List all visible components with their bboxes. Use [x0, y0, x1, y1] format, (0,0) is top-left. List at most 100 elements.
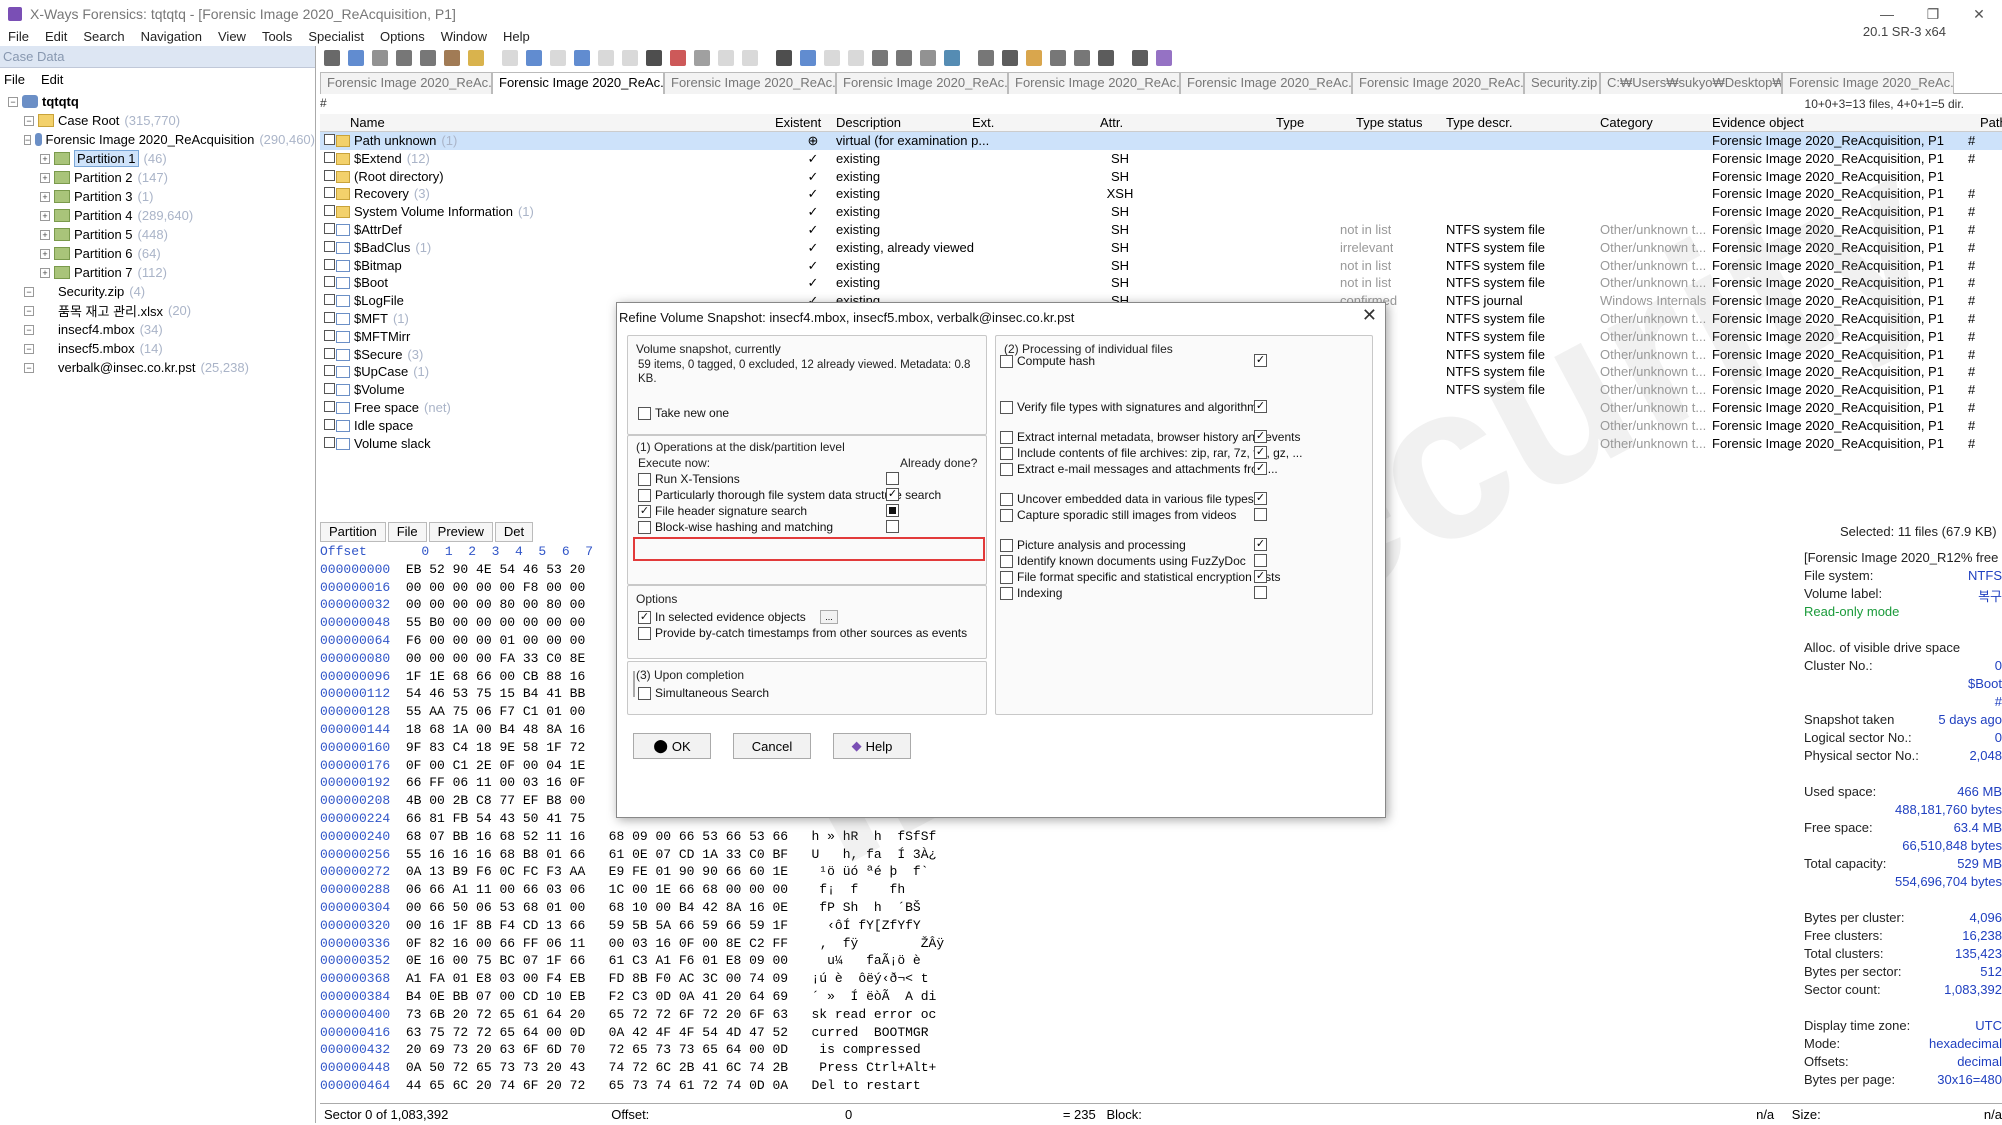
toolbar-button-icon[interactable] — [324, 50, 340, 66]
hex-row[interactable]: 000000368 A1 FA 01 E8 03 00 F4 EB FD 8B … — [320, 971, 1000, 989]
menu-options[interactable]: Options — [372, 29, 433, 44]
expand-icon[interactable]: − — [24, 362, 34, 373]
table-row[interactable]: $Extend (12) ✓ existing SH Forensic Image 202… — [320, 150, 2002, 168]
expand-icon[interactable]: + — [40, 153, 50, 164]
tree-node[interactable]: + Partition 1 (46) — [0, 149, 315, 168]
expand-icon[interactable]: − — [24, 305, 34, 316]
menu-specialist[interactable]: Specialist — [300, 29, 372, 44]
expand-icon[interactable]: + — [40, 229, 50, 240]
menu-help[interactable]: Help — [495, 29, 538, 44]
toolbar-button-icon[interactable] — [848, 50, 864, 66]
view-tab-det[interactable]: Det — [494, 522, 534, 542]
toolbar-button-icon[interactable] — [646, 50, 662, 66]
already-done-checkbox[interactable] — [1254, 354, 1267, 367]
hex-row[interactable]: 000000448 0A 50 72 65 73 73 20 43 74 72 … — [320, 1060, 1000, 1078]
view-tab-partition[interactable]: Partition — [320, 522, 386, 542]
tab-4[interactable]: Forensic Image 2020_ReAc... — [1008, 72, 1180, 94]
already-done-checkbox[interactable] — [1254, 492, 1267, 505]
toolbar-button-icon[interactable] — [396, 50, 412, 66]
hex-row[interactable]: 000000384 B4 0E BB 07 00 CD 10 EB F2 C3 … — [320, 989, 1000, 1007]
tree-node[interactable]: − Security.zip (4) — [0, 282, 315, 301]
toolbar-button-icon[interactable] — [574, 50, 590, 66]
toolbar-button-icon[interactable] — [978, 50, 994, 66]
expand-icon[interactable]: + — [40, 172, 50, 183]
toolbar-button-icon[interactable] — [694, 50, 710, 66]
menu-tools[interactable]: Tools — [254, 29, 300, 44]
help-button[interactable]: ◆ Help — [833, 733, 911, 759]
already-done-checkbox[interactable] — [1254, 430, 1267, 443]
checkbox-run-x-tensions[interactable]: Run X-Tensions — [638, 472, 740, 486]
hex-row[interactable]: 000000432 20 69 73 20 63 6F 6D 70 72 65 … — [320, 1042, 1000, 1060]
toolbar-button-icon[interactable] — [468, 50, 484, 66]
tree-node[interactable]: + Partition 6 (64) — [0, 244, 315, 263]
table-row[interactable]: $Bitmap ✓ existing SH not in list NTFS system… — [320, 257, 2002, 275]
already-done-checkbox[interactable] — [1254, 538, 1267, 551]
tree-node[interactable]: − 품목 재고 관리.xlsx (20) — [0, 301, 315, 320]
cancel-button[interactable]: Cancel — [733, 733, 811, 759]
toolbar-button-icon[interactable] — [1050, 50, 1066, 66]
table-row[interactable]: (Root directory) ✓ existing SH Forensic Imag… — [320, 168, 2002, 186]
tree-node[interactable]: − Case Root (315,770) — [0, 111, 315, 130]
tab-6[interactable]: Forensic Image 2020_ReAc... — [1352, 72, 1524, 94]
toolbar-button-icon[interactable] — [420, 50, 436, 66]
already-done-checkbox[interactable] — [1254, 400, 1267, 413]
toolbar-button-icon[interactable] — [1098, 50, 1114, 66]
expand-icon[interactable]: − — [24, 324, 34, 335]
toolbar-button-icon[interactable] — [348, 50, 364, 66]
hex-row[interactable]: 000000256 55 16 16 16 68 B8 01 66 61 0E … — [320, 847, 1000, 865]
table-row[interactable]: System Volume Information (1) ✓ existing SH F… — [320, 203, 2002, 221]
already-done-checkbox[interactable] — [886, 520, 899, 533]
expand-icon[interactable]: + — [40, 191, 50, 202]
already-done-checkbox[interactable] — [1254, 446, 1267, 459]
checkbox-in-selected-evidence-objects[interactable]: In selected evidence objects — [638, 610, 806, 624]
evidence-select-button[interactable]: ... — [820, 610, 838, 624]
toolbar-button-icon[interactable] — [598, 50, 614, 66]
tree-node[interactable]: + Partition 4 (289,640) — [0, 206, 315, 225]
hex-row[interactable]: 000000240 68 07 BB 16 68 52 11 16 68 09 … — [320, 829, 1000, 847]
toolbar-button-icon[interactable] — [372, 50, 388, 66]
tree-node[interactable]: + Partition 2 (147) — [0, 168, 315, 187]
column-evidence-object[interactable]: Evidence object — [1712, 115, 1804, 130]
already-done-checkbox[interactable] — [1254, 586, 1267, 599]
tree-node[interactable]: − tqtqtq — [0, 92, 315, 111]
checkbox-indexing[interactable]: Indexing — [1000, 586, 1062, 600]
checkbox-extract-e-mail-messages-and-attachments-from[interactable]: Extract e-mail messages and attachments … — [1000, 462, 1278, 476]
toolbar-button-icon[interactable] — [550, 50, 566, 66]
expand-icon[interactable]: + — [40, 210, 50, 221]
tree-node[interactable]: − Forensic Image 2020_ReAcquisition (290,4… — [0, 130, 315, 149]
toolbar-button-icon[interactable] — [896, 50, 912, 66]
take-new-checkbox[interactable]: Take new one — [638, 406, 729, 420]
checkbox-file-format-specific-and-statistical-encryption-tests[interactable]: File format specific and statistical enc… — [1000, 570, 1280, 584]
tree-node[interactable]: − insecf4.mbox (34) — [0, 320, 315, 339]
checkbox-uncover-embedded-data-in-various-file-types[interactable]: Uncover embedded data in various file ty… — [1000, 492, 1254, 506]
toolbar-button-icon[interactable] — [502, 50, 518, 66]
view-tab-preview[interactable]: Preview — [428, 522, 493, 542]
toolbar-button-icon[interactable] — [800, 50, 816, 66]
expand-icon[interactable]: + — [40, 248, 50, 259]
hex-row[interactable]: 000000464 44 65 6C 20 74 6F 20 72 65 73 … — [320, 1078, 1000, 1096]
already-done-checkbox[interactable] — [1254, 462, 1267, 475]
hex-row[interactable]: 000000272 0A 13 B9 F6 0C FC F3 AA E9 FE … — [320, 864, 1000, 882]
checkbox-simultaneous-search[interactable]: Simultaneous Search — [638, 686, 769, 700]
toolbar-button-icon[interactable] — [1156, 50, 1172, 66]
checkbox-block-wise-hashing-and-matching[interactable]: Block-wise hashing and matching — [638, 520, 833, 534]
already-done-checkbox[interactable] — [1254, 508, 1267, 521]
close-icon[interactable]: ✕ — [1956, 0, 2002, 28]
tab-1[interactable]: Forensic Image 2020_ReAc... — [492, 72, 664, 94]
tree-node[interactable]: + Partition 3 (1) — [0, 187, 315, 206]
hex-row[interactable]: 000000336 0F 82 16 00 66 FF 06 11 00 03 … — [320, 936, 1000, 954]
toolbar-button-icon[interactable] — [872, 50, 888, 66]
toolbar-button-icon[interactable] — [1002, 50, 1018, 66]
toolbar-button-icon[interactable] — [1132, 50, 1148, 66]
column-ext-[interactable]: Ext. — [972, 115, 994, 130]
tab-8[interactable]: C:₩Users₩sukyo₩Desktop₩품... — [1600, 72, 1782, 94]
tab-5[interactable]: Forensic Image 2020_ReAc... — [1180, 72, 1352, 94]
checkbox-identify-known-documents-using-fuzzydoc[interactable]: Identify known documents using FuzZyDoc — [1000, 554, 1246, 568]
toolbar-button-icon[interactable] — [1026, 50, 1042, 66]
already-done-checkbox[interactable] — [886, 488, 899, 501]
already-done-checkbox[interactable] — [886, 504, 899, 517]
menu-search[interactable]: Search — [75, 29, 132, 44]
tab-0[interactable]: Forensic Image 2020_ReAc... — [320, 72, 492, 94]
table-row[interactable]: $AttrDef ✓ existing SH not in list NTFS syste… — [320, 221, 2002, 239]
column-existent[interactable]: Existent — [775, 115, 821, 130]
